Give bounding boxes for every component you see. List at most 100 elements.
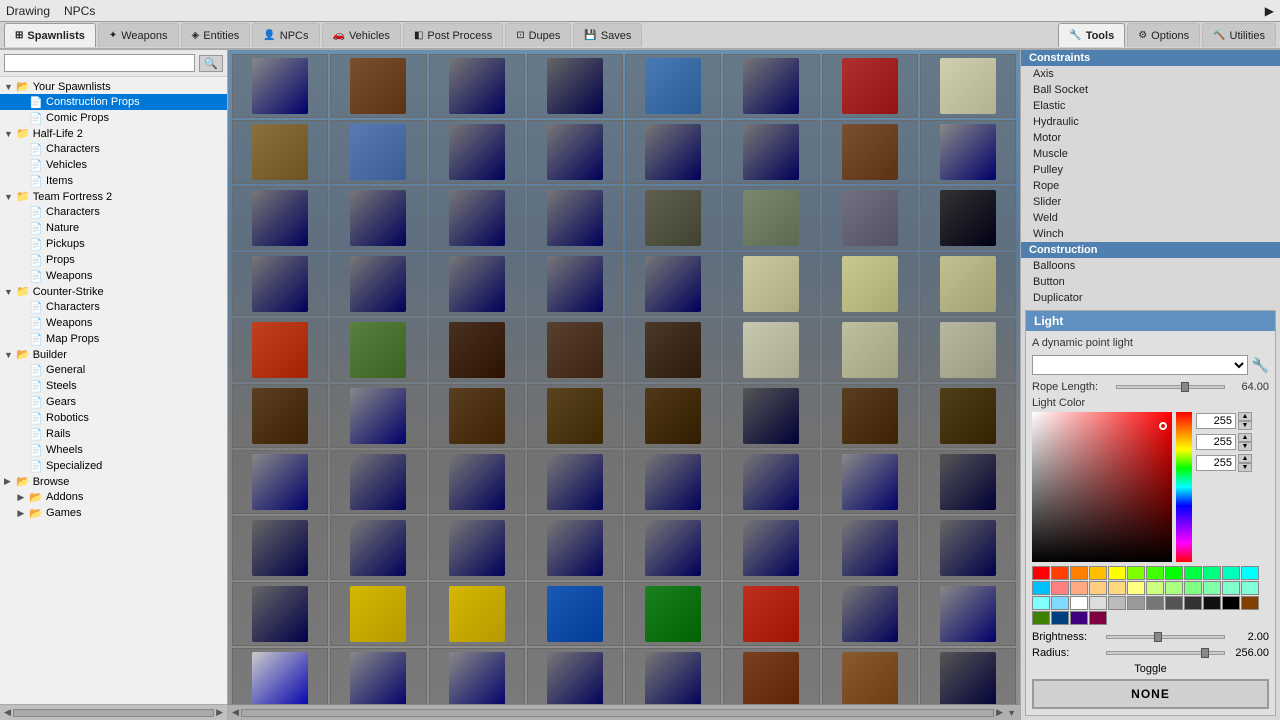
item-cell[interactable] bbox=[429, 186, 525, 250]
tab-options[interactable]: ⚙ Options bbox=[1127, 23, 1200, 47]
construction-item-button[interactable]: Button bbox=[1021, 274, 1280, 290]
item-cell[interactable] bbox=[822, 450, 918, 514]
constraint-item-winch[interactable]: Winch bbox=[1021, 226, 1280, 242]
item-cell[interactable] bbox=[232, 384, 328, 448]
color-swatch[interactable] bbox=[1108, 596, 1126, 610]
item-cell[interactable] bbox=[330, 54, 426, 118]
tree-item-builder-specialized[interactable]: 📄Specialized bbox=[0, 458, 227, 474]
rgb-g-up[interactable]: ▲ bbox=[1238, 433, 1252, 442]
item-cell[interactable] bbox=[330, 384, 426, 448]
item-cell[interactable] bbox=[429, 54, 525, 118]
item-cell[interactable] bbox=[330, 186, 426, 250]
tree-item-tf2-nature[interactable]: 📄Nature bbox=[0, 220, 227, 236]
color-swatch[interactable] bbox=[1070, 611, 1088, 625]
tree-item-cs-mapprops[interactable]: 📄Map Props bbox=[0, 331, 227, 347]
color-swatch[interactable] bbox=[1165, 581, 1183, 595]
item-cell[interactable] bbox=[232, 516, 328, 580]
color-swatch[interactable] bbox=[1222, 566, 1240, 580]
light-dropdown[interactable] bbox=[1032, 355, 1248, 375]
item-cell[interactable] bbox=[625, 120, 721, 184]
item-cell[interactable] bbox=[822, 516, 918, 580]
item-cell[interactable] bbox=[625, 450, 721, 514]
tab-dupes[interactable]: ⊡ Dupes bbox=[505, 23, 571, 47]
item-cell[interactable] bbox=[822, 582, 918, 646]
item-cell[interactable] bbox=[625, 318, 721, 382]
item-cell[interactable] bbox=[822, 384, 918, 448]
tab-vehicles[interactable]: 🚗 Vehicles bbox=[322, 23, 401, 47]
tab-utilities[interactable]: 🔨 Utilities bbox=[1202, 23, 1276, 47]
search-input[interactable] bbox=[4, 54, 195, 72]
color-swatch[interactable] bbox=[1184, 596, 1202, 610]
color-swatch[interactable] bbox=[1089, 596, 1107, 610]
item-cell[interactable] bbox=[723, 318, 819, 382]
constraint-item-ball-socket[interactable]: Ball Socket bbox=[1021, 82, 1280, 98]
color-swatch[interactable] bbox=[1165, 566, 1183, 580]
item-cell[interactable] bbox=[822, 252, 918, 316]
color-swatch[interactable] bbox=[1184, 581, 1202, 595]
tree-item-browse[interactable]: ▶📂Browse bbox=[0, 474, 227, 489]
tab-spawnlists[interactable]: ⊞ Spawnlists bbox=[4, 23, 96, 47]
item-cell[interactable] bbox=[822, 186, 918, 250]
tree-item-cs-characters[interactable]: 📄Characters bbox=[0, 299, 227, 315]
item-cell[interactable] bbox=[527, 120, 623, 184]
item-cell[interactable] bbox=[625, 516, 721, 580]
color-swatch[interactable] bbox=[1032, 566, 1050, 580]
brightness-thumb[interactable] bbox=[1154, 632, 1162, 642]
rgb-r-input[interactable] bbox=[1196, 413, 1236, 429]
item-cell[interactable] bbox=[920, 450, 1016, 514]
tree-item-builder[interactable]: ▼📂Builder bbox=[0, 347, 227, 362]
color-hue-slider[interactable] bbox=[1176, 412, 1192, 562]
rope-length-slider[interactable] bbox=[1116, 385, 1225, 389]
item-cell[interactable] bbox=[232, 582, 328, 646]
item-cell[interactable] bbox=[527, 450, 623, 514]
color-swatch[interactable] bbox=[1032, 611, 1050, 625]
constraint-item-pulley[interactable]: Pulley bbox=[1021, 162, 1280, 178]
color-swatch[interactable] bbox=[1051, 566, 1069, 580]
constraint-item-rope[interactable]: Rope bbox=[1021, 178, 1280, 194]
tree-item-builder-rails[interactable]: 📄Rails bbox=[0, 426, 227, 442]
tree-item-hl2-vehicles[interactable]: 📄Vehicles bbox=[0, 157, 227, 173]
color-swatch[interactable] bbox=[1203, 581, 1221, 595]
tab-tools[interactable]: 🔧 Tools bbox=[1058, 23, 1125, 47]
color-swatch[interactable] bbox=[1051, 611, 1069, 625]
color-swatch[interactable] bbox=[1127, 596, 1145, 610]
item-cell[interactable] bbox=[822, 54, 918, 118]
tree-item-comic-props[interactable]: 📄Comic Props bbox=[0, 110, 227, 126]
constraint-item-weld[interactable]: Weld bbox=[1021, 210, 1280, 226]
color-swatch[interactable] bbox=[1089, 566, 1107, 580]
construction-item-duplicator[interactable]: Duplicator bbox=[1021, 290, 1280, 306]
brightness-slider[interactable] bbox=[1106, 635, 1225, 639]
tree-item-tf2-pickups[interactable]: 📄Pickups bbox=[0, 236, 227, 252]
menu-drawing[interactable]: Drawing bbox=[6, 4, 50, 18]
constraint-item-muscle[interactable]: Muscle bbox=[1021, 146, 1280, 162]
item-cell[interactable] bbox=[723, 648, 819, 704]
expand-arrow[interactable]: ▶ bbox=[1265, 4, 1274, 18]
item-cell[interactable] bbox=[527, 516, 623, 580]
color-swatch[interactable] bbox=[1203, 596, 1221, 610]
color-swatch[interactable] bbox=[1146, 566, 1164, 580]
wrench-icon[interactable]: 🔧 bbox=[1252, 357, 1269, 374]
item-cell[interactable] bbox=[920, 582, 1016, 646]
item-cell[interactable] bbox=[920, 186, 1016, 250]
tree-item-tf2-props[interactable]: 📄Props bbox=[0, 252, 227, 268]
item-cell[interactable] bbox=[527, 318, 623, 382]
color-swatch[interactable] bbox=[1146, 581, 1164, 595]
item-cell[interactable] bbox=[330, 318, 426, 382]
item-cell[interactable] bbox=[429, 384, 525, 448]
item-cell[interactable] bbox=[330, 450, 426, 514]
color-swatch[interactable] bbox=[1127, 566, 1145, 580]
item-cell[interactable] bbox=[429, 252, 525, 316]
item-cell[interactable] bbox=[429, 516, 525, 580]
color-swatch[interactable] bbox=[1127, 581, 1145, 595]
item-cell[interactable] bbox=[822, 648, 918, 704]
color-swatch[interactable] bbox=[1070, 566, 1088, 580]
color-swatch[interactable] bbox=[1089, 581, 1107, 595]
item-cell[interactable] bbox=[625, 648, 721, 704]
tab-postprocess[interactable]: ◧ Post Process bbox=[403, 23, 503, 47]
item-cell[interactable] bbox=[723, 252, 819, 316]
item-cell[interactable] bbox=[429, 648, 525, 704]
construction-item-balloons[interactable]: Balloons bbox=[1021, 258, 1280, 274]
color-gradient[interactable] bbox=[1032, 412, 1172, 562]
tree-item-builder-steels[interactable]: 📄Steels bbox=[0, 378, 227, 394]
tree-item-builder-robotics[interactable]: 📄Robotics bbox=[0, 410, 227, 426]
